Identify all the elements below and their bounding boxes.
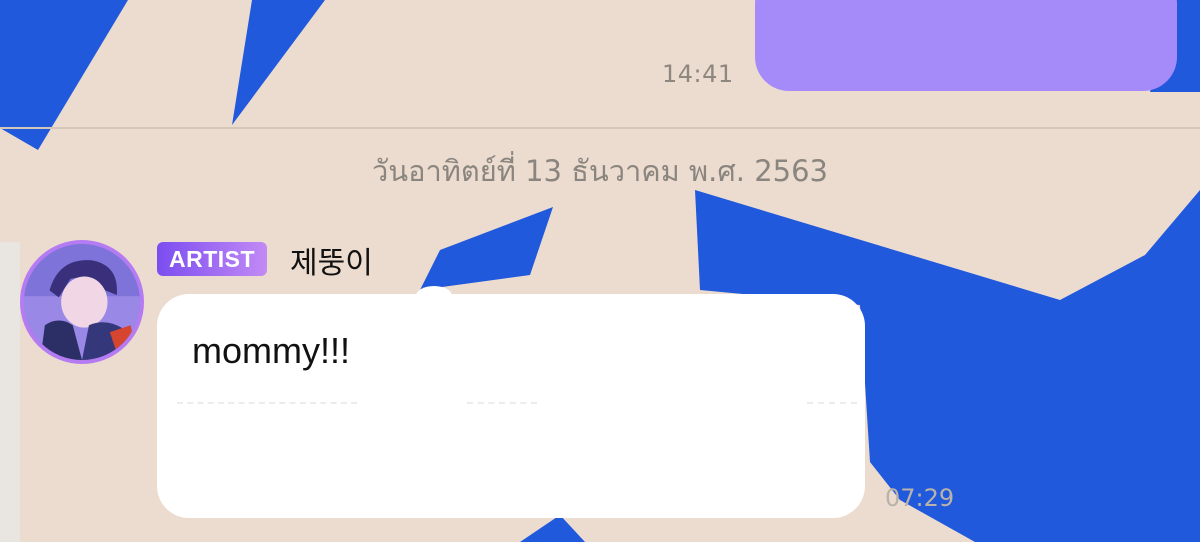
artist-badge: ARTIST [157,242,268,276]
wallpaper-shape-top-center [232,0,325,125]
avatar[interactable] [20,240,144,364]
outgoing-message-bubble[interactable] [755,0,1177,91]
wallpaper-shape-mid [420,207,553,290]
incoming-message-bubble[interactable]: mommy!!! [157,294,865,518]
bubble-divider [807,402,857,404]
date-separator: วันอาทิตย์ที่ 13 ธันวาคม พ.ศ. 2563 [371,154,828,188]
sender-name[interactable]: 제뚱이 [290,238,373,282]
wallpaper-shape-bottom [520,515,585,542]
date-divider-line [0,127,1200,129]
left-edge-panel [0,242,20,542]
bubble-divider [467,402,537,404]
outgoing-message-time: 14:41 [662,60,734,88]
bubble-divider [177,402,357,404]
artist-profile-photo-icon [24,244,140,360]
message-text: mommy!!! [192,330,350,371]
incoming-message-time: 07:29 [885,484,955,512]
